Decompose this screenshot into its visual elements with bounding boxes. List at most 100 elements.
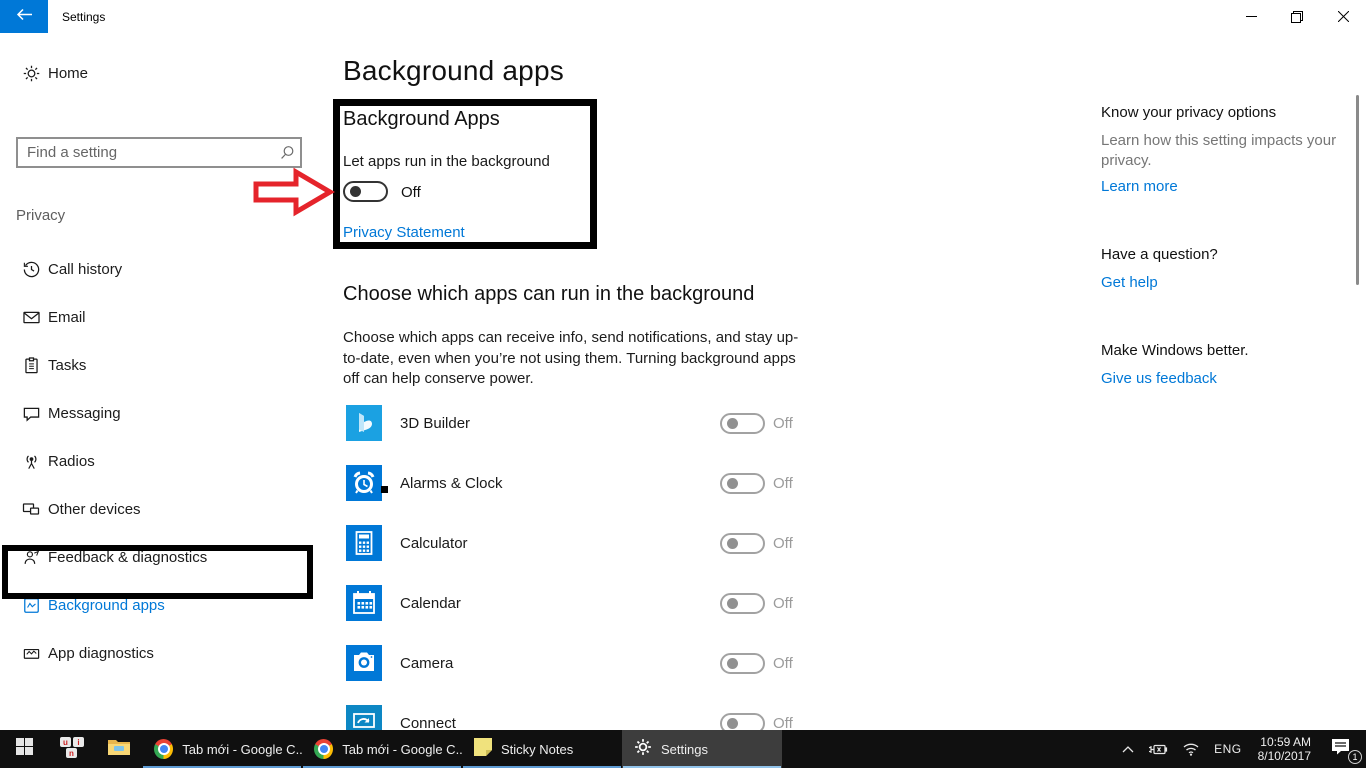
sidebar-item-tasks[interactable]: Tasks	[0, 341, 313, 389]
app-name: Camera	[400, 645, 453, 681]
app-toggle-state: Off	[773, 405, 793, 441]
background-setting-label: Let apps run in the background	[343, 153, 550, 170]
alarms-clock-icon	[346, 465, 382, 501]
choose-apps-heading: Choose which apps can run in the backgro…	[343, 283, 754, 306]
background-apps-toggle-state: Off	[401, 184, 421, 201]
app-diagnostics-icon	[20, 642, 42, 664]
taskbar-button-label: Tab mới - Google C...	[342, 742, 462, 757]
background-apps-toggle[interactable]	[343, 181, 388, 202]
app-row-calendar: Calendar Off	[343, 585, 813, 625]
give-feedback-link[interactable]: Give us feedback	[1101, 370, 1217, 387]
settings-search	[16, 137, 302, 168]
toggle-knob	[727, 538, 738, 549]
toggle-knob	[350, 186, 361, 197]
sidebar-item-label: Call history	[48, 261, 122, 278]
restore-button[interactable]	[1274, 0, 1320, 33]
privacy-options-heading: Know your privacy options	[1101, 104, 1276, 121]
notification-badge: 1	[1348, 750, 1362, 764]
sidebar-item-email[interactable]: Email	[0, 293, 313, 341]
calculator-icon	[346, 525, 382, 561]
taskbar-settings[interactable]: Settings	[622, 730, 782, 768]
app-toggle[interactable]	[720, 413, 765, 434]
privacy-section-label: Privacy	[16, 207, 65, 224]
start-button[interactable]	[0, 730, 48, 768]
camera-icon	[346, 645, 382, 681]
sidebar-item-background-apps[interactable]: Background apps	[0, 581, 313, 629]
search-input[interactable]	[18, 144, 274, 161]
unikey-button[interactable]: uin	[48, 730, 95, 768]
action-center-button[interactable]: 1	[1322, 730, 1358, 768]
taskbar-chrome-1[interactable]: Tab mới - Google C...	[142, 730, 302, 768]
sidebar-item-label: Messaging	[48, 405, 121, 422]
choose-apps-description: Choose which apps can receive info, send…	[343, 328, 805, 390]
language-indicator[interactable]: ENG	[1209, 730, 1247, 768]
sidebar-item-radios[interactable]: Radios	[0, 437, 313, 485]
other-devices-icon	[20, 498, 42, 520]
app-toggle[interactable]	[720, 653, 765, 674]
panel-title: Background Apps	[343, 108, 500, 131]
sidebar-item-other-devices[interactable]: Other devices	[0, 485, 313, 533]
taskbar-sticky-notes[interactable]: Sticky Notes	[462, 730, 622, 768]
privacy-statement-link[interactable]: Privacy Statement	[343, 224, 465, 241]
call-history-icon	[20, 258, 42, 280]
taskbar: uin Tab mới - Google C... Tab mới - Goog…	[0, 730, 1366, 768]
app-toggle-state: Off	[773, 585, 793, 621]
tasks-icon	[20, 354, 42, 376]
svg-text:n: n	[69, 749, 74, 758]
unikey-icon: uin	[59, 735, 85, 764]
close-button[interactable]	[1320, 0, 1366, 33]
search-icon[interactable]	[274, 145, 300, 161]
taskbar-chrome-2[interactable]: Tab mới - Google C...	[302, 730, 462, 768]
sidebar: Home Privacy Call history Email Tasks Me…	[0, 33, 313, 730]
app-toggle-state: Off	[773, 525, 793, 561]
sidebar-item-call-history[interactable]: Call history	[0, 245, 313, 293]
toggle-knob	[727, 718, 738, 729]
titlebar: Settings	[0, 0, 1366, 33]
sidebar-item-label: Feedback & diagnostics	[48, 549, 207, 566]
power-plug-icon[interactable]	[1143, 730, 1173, 768]
email-icon	[20, 306, 42, 328]
taskbar-button-label: Settings	[661, 742, 708, 757]
app-name: Alarms & Clock	[400, 465, 503, 501]
windows-logo-icon	[16, 738, 33, 760]
action-center-icon	[1331, 738, 1350, 760]
window-title: Settings	[62, 0, 105, 33]
gear-icon	[634, 738, 652, 761]
gear-icon	[20, 62, 42, 84]
chrome-icon	[154, 739, 173, 759]
back-arrow-icon	[16, 8, 33, 26]
back-button[interactable]	[0, 0, 48, 33]
wifi-icon[interactable]	[1177, 730, 1205, 768]
scrollbar[interactable]	[1356, 95, 1359, 285]
sticky-notes-icon	[474, 738, 492, 761]
app-toggle[interactable]	[720, 533, 765, 554]
svg-text:i: i	[77, 738, 79, 747]
sidebar-item-app-diagnostics[interactable]: App diagnostics	[0, 629, 313, 677]
chrome-icon	[314, 739, 333, 759]
sidebar-item-label: Email	[48, 309, 86, 326]
app-toggle-state: Off	[773, 645, 793, 681]
app-toggle[interactable]	[720, 473, 765, 494]
clock[interactable]: 10:59 AM 8/10/2017	[1251, 735, 1318, 763]
toggle-knob	[727, 418, 738, 429]
mouse-cursor	[381, 486, 388, 493]
app-name: Calculator	[400, 525, 468, 561]
app-toggle-state: Off	[773, 465, 793, 501]
sidebar-item-messaging[interactable]: Messaging	[0, 389, 313, 437]
minimize-button[interactable]	[1228, 0, 1274, 33]
sidebar-item-label: Background apps	[48, 597, 165, 614]
sidebar-item-label: Radios	[48, 453, 95, 470]
learn-more-link[interactable]: Learn more	[1101, 178, 1178, 195]
have-question-heading: Have a question?	[1101, 246, 1218, 263]
tray-chevron-up-icon[interactable]	[1117, 730, 1139, 768]
app-row-camera: Camera Off	[343, 645, 813, 685]
sidebar-item-feedback-diagnostics[interactable]: Feedback & diagnostics	[0, 533, 313, 581]
tray-time: 10:59 AM	[1258, 735, 1311, 749]
window-controls	[1228, 0, 1366, 33]
file-explorer-button[interactable]	[95, 730, 142, 768]
sidebar-item-label: Tasks	[48, 357, 86, 374]
app-toggle[interactable]	[720, 593, 765, 614]
sidebar-item-home[interactable]: Home	[0, 56, 313, 90]
get-help-link[interactable]: Get help	[1101, 274, 1158, 291]
toggle-knob	[727, 598, 738, 609]
